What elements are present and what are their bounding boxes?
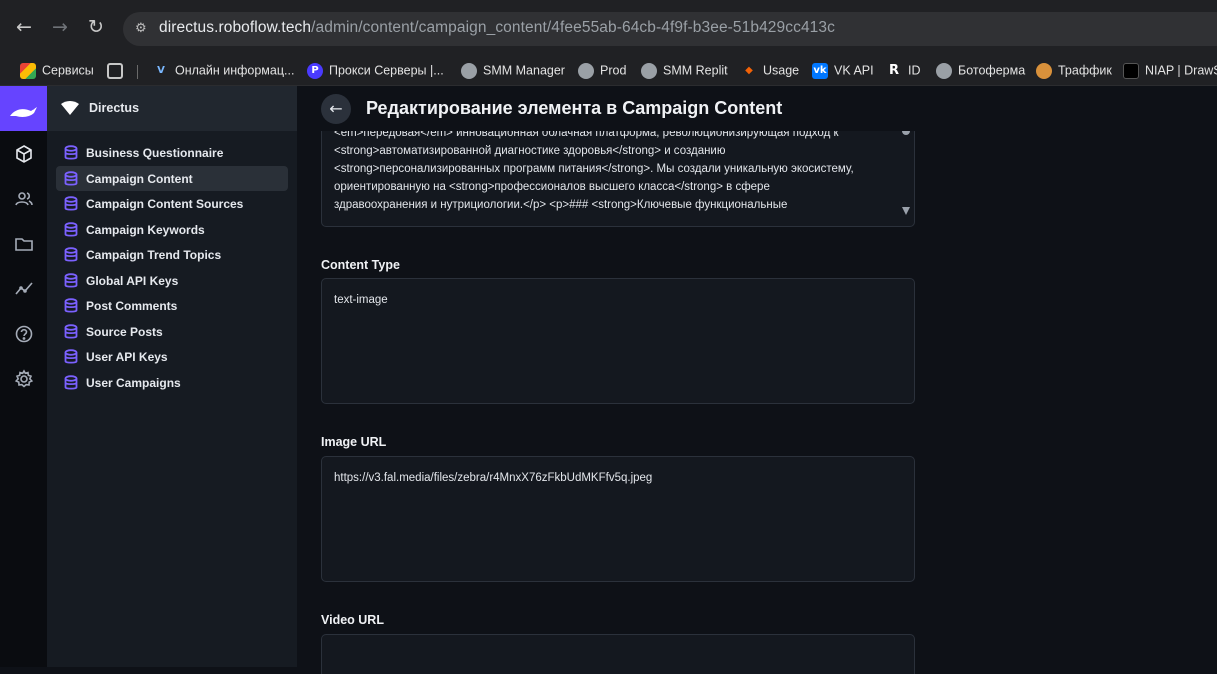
v-logo-icon: V xyxy=(157,65,165,76)
bookmark-grid[interactable] xyxy=(107,63,129,79)
directus-app: Directus Business Questionnaire Campaign… xyxy=(0,86,1217,674)
bookmark-usage[interactable]: ◆ Usage xyxy=(741,63,799,79)
textarea-scrollbar[interactable] xyxy=(902,127,910,221)
bookmark-prod[interactable]: Prod xyxy=(578,63,626,79)
bookmark-smm-manager[interactable]: SMM Manager xyxy=(461,63,565,79)
r-icon: R xyxy=(888,63,899,78)
bookmark-vk-api[interactable]: vk VK API xyxy=(812,63,874,79)
sidebar-item-business-questionnaire[interactable]: Business Questionnaire xyxy=(56,140,288,166)
database-icon xyxy=(64,221,78,238)
database-icon xyxy=(64,145,78,161)
item-editor: <em>передовая</em> инновационная облачна… xyxy=(297,86,1217,674)
content-textarea[interactable]: <em>передовая</em> инновационная облачна… xyxy=(321,123,915,227)
sidebar-item-label: Global API Keys xyxy=(86,273,179,288)
browser-toolbar: ← → ↻ ⚙ directus.roboflow.tech/admin/con… xyxy=(0,0,1217,56)
vk-icon: vk xyxy=(812,63,828,79)
bookmark-id[interactable]: R ID xyxy=(886,63,921,79)
wifi-icon xyxy=(61,101,79,115)
sidebar-item-label: User Campaigns xyxy=(86,375,181,390)
reload-icon[interactable]: ↻ xyxy=(84,15,108,39)
back-arrow-icon[interactable]: ← xyxy=(12,15,36,39)
apps-grid-icon xyxy=(20,63,36,79)
database-icon xyxy=(64,170,78,187)
address-bar[interactable]: ⚙ directus.roboflow.tech/admin/content/c… xyxy=(123,12,1217,46)
content-line: здравоохранения и нутрициологии.</p> <p>… xyxy=(334,199,788,211)
collection-list: Business Questionnaire Campaign Content … xyxy=(56,140,288,395)
database-icon xyxy=(64,298,78,314)
video-url-input[interactable] xyxy=(321,634,915,674)
directus-logo-icon[interactable] xyxy=(0,86,47,131)
module-bar xyxy=(0,86,47,667)
database-icon xyxy=(64,196,78,212)
bookmark-services[interactable]: Сервисы xyxy=(20,63,94,79)
sidebar-item-label: Campaign Keywords xyxy=(86,222,205,237)
site-settings-icon[interactable]: ⚙ xyxy=(135,20,153,38)
bookmarks-bar: Сервисы V Онлайн информац... P Прокси Серв… xyxy=(0,56,1217,86)
sidebar-item-label: Campaign Content xyxy=(86,171,193,186)
content-line: <strong>автоматизированной диагностике з… xyxy=(334,145,726,157)
usage-icon: ◆ xyxy=(745,65,753,76)
bookmark-separator xyxy=(137,65,138,79)
users-module-icon[interactable] xyxy=(14,189,34,209)
niap-icon xyxy=(1123,63,1139,79)
globe-icon xyxy=(936,63,952,79)
bookmark-online-info[interactable]: V Онлайн информац... xyxy=(153,63,294,79)
sidebar-item-source-posts[interactable]: Source Posts xyxy=(56,319,288,345)
database-icon xyxy=(64,349,78,365)
bookmark-botoferma[interactable]: Ботоферма xyxy=(936,63,1025,79)
url-text: directus.roboflow.tech/admin/content/cam… xyxy=(159,19,835,36)
help-icon[interactable] xyxy=(14,324,34,344)
database-icon xyxy=(64,272,78,289)
proxy-logo-icon: P xyxy=(307,63,323,79)
sidebar-item-label: Campaign Content Sources xyxy=(86,197,244,211)
content-type-input[interactable]: text-image xyxy=(321,278,915,404)
sidebar-item-label: User API Keys xyxy=(86,350,168,364)
sidebar-item-label: Post Comments xyxy=(86,299,178,313)
sidebar-item-user-campaigns[interactable]: User Campaigns xyxy=(56,370,288,396)
globe-icon xyxy=(641,63,657,79)
forward-arrow-icon[interactable]: → xyxy=(48,15,72,39)
content-line: ориентированную на <strong>профессионало… xyxy=(334,181,770,193)
image-url-value: https://v3.fal.media/files/zebra/r4MnxX7… xyxy=(334,472,653,484)
grid-icon xyxy=(107,63,123,79)
sidebar-item-campaign-content-sources[interactable]: Campaign Content Sources xyxy=(56,191,288,217)
scroll-down-arrow-icon[interactable] xyxy=(902,207,910,215)
database-icon xyxy=(64,323,78,340)
sidebar-item-label: Business Questionnaire xyxy=(86,146,224,160)
content-type-label: Content Type xyxy=(321,258,400,272)
content-type-value: text-image xyxy=(334,294,388,306)
sidebar-item-campaign-trend-topics[interactable]: Campaign Trend Topics xyxy=(56,242,288,268)
navigation-sidebar: Directus Business Questionnaire Campaign… xyxy=(47,86,297,667)
sidebar-item-user-api-keys[interactable]: User API Keys xyxy=(56,344,288,370)
globe-icon xyxy=(461,63,477,79)
page-header: ← Редактирование элемента в Campaign Con… xyxy=(297,86,1217,131)
content-line: <strong>персонализированных программ пит… xyxy=(334,163,854,175)
bookmark-niap[interactable]: NIAP | DrawSQ xyxy=(1123,63,1217,79)
files-module-icon[interactable] xyxy=(14,234,34,254)
sidebar-item-label: Campaign Trend Topics xyxy=(86,248,222,262)
image-url-input[interactable]: https://v3.fal.media/files/zebra/r4MnxX7… xyxy=(321,456,915,582)
database-icon xyxy=(64,374,78,391)
settings-gear-icon[interactable] xyxy=(14,369,34,389)
image-url-label: Image URL xyxy=(321,435,387,449)
project-name: Directus xyxy=(89,101,140,115)
page-title: Редактирование элемента в Campaign Conte… xyxy=(366,98,783,118)
sidebar-item-label: Source Posts xyxy=(86,324,163,339)
sidebar-item-campaign-content[interactable]: Campaign Content xyxy=(56,165,288,191)
sidebar-item-campaign-keywords[interactable]: Campaign Keywords xyxy=(56,217,288,243)
bookmark-proxy[interactable]: P Прокси Серверы |... xyxy=(307,63,444,79)
video-url-label: Video URL xyxy=(321,613,384,627)
sidebar-item-global-api-keys[interactable]: Global API Keys xyxy=(56,268,288,294)
project-header[interactable]: Directus xyxy=(47,86,297,131)
sidebar-item-post-comments[interactable]: Post Comments xyxy=(56,293,288,319)
bookmark-smm-replit[interactable]: SMM Replit xyxy=(641,63,728,79)
database-icon xyxy=(64,247,78,263)
content-module-icon[interactable] xyxy=(14,144,34,164)
bookmark-traffic[interactable]: Траффик xyxy=(1036,63,1112,79)
avatar-icon xyxy=(1036,63,1052,79)
back-button[interactable]: ← xyxy=(321,94,351,124)
globe-icon xyxy=(578,63,594,79)
insights-module-icon[interactable] xyxy=(14,279,34,299)
